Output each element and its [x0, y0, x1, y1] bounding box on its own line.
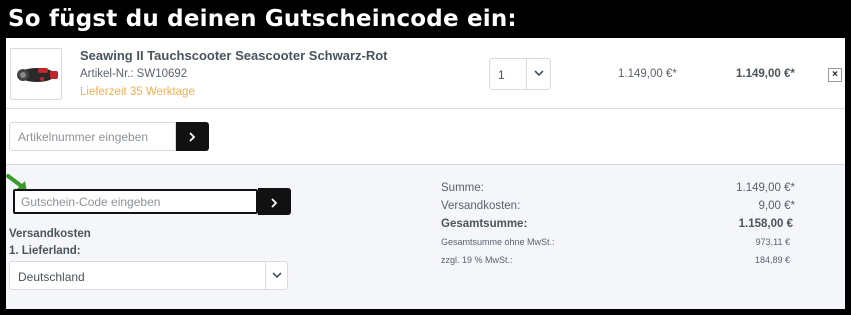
shipping-cost-value: 9,00 €*	[758, 200, 795, 212]
grand-total-label: Gesamtsumme:	[441, 218, 528, 230]
scooter-image-icon	[17, 68, 58, 82]
arrow-right-icon	[189, 132, 196, 142]
cart-item-row: Seawing II Tauchscooter Seascooter Schwa…	[6, 38, 845, 109]
voucher-code-input[interactable]	[13, 189, 258, 214]
product-thumbnail[interactable]	[10, 48, 62, 100]
delivery-time: Lieferzeit 35 Werktage	[80, 86, 195, 98]
item-total-price: 1.149,00 €*	[736, 68, 795, 80]
net-total-label: Gesamtsumme ohne MwSt.:	[441, 237, 555, 247]
unit-price: 1.149,00 €*	[618, 68, 677, 80]
country-value: Deutschland	[18, 270, 85, 284]
tax-value: 184,89 €	[754, 255, 790, 265]
close-icon: ×	[832, 69, 838, 80]
add-article-button[interactable]	[176, 122, 209, 151]
cart-footer: Versandkosten 1. Lieferland: Deutschland…	[6, 165, 845, 309]
remove-item-button[interactable]: ×	[828, 68, 842, 82]
instruction-banner: So fügst du deinen Gutscheincode ein:	[0, 0, 851, 38]
shipping-cost-label: Versandkosten:	[441, 200, 521, 212]
shipping-country-label: 1. Lieferland:	[9, 245, 81, 257]
net-total-value: 973,11 €	[755, 237, 790, 247]
product-name[interactable]: Seawing II Tauchscooter Seascooter Schwa…	[80, 48, 388, 63]
quantity-dropdown-button[interactable]	[526, 59, 550, 89]
subtotal-label: Summe:	[441, 182, 484, 194]
product-sku: Artikel-Nr.: SW10692	[80, 68, 187, 80]
sku-value: SW10692	[136, 68, 188, 80]
country-dropdown-button[interactable]	[265, 262, 287, 289]
tax-label: zzgl. 19 % MwSt.:	[441, 255, 513, 265]
article-number-input[interactable]	[9, 122, 176, 151]
cart-panel: Seawing II Tauchscooter Seascooter Schwa…	[6, 38, 845, 309]
chevron-down-icon	[534, 70, 544, 77]
arrow-right-icon	[271, 198, 278, 208]
article-number-row	[6, 109, 845, 165]
country-select[interactable]: Deutschland	[9, 261, 288, 290]
add-voucher-button[interactable]	[258, 188, 291, 215]
quantity-select[interactable]: 1	[489, 58, 551, 90]
grand-total-value: 1.158,00 €	[738, 218, 793, 230]
subtotal-value: 1.149,00 €*	[736, 182, 795, 194]
sku-label: Artikel-Nr.:	[80, 68, 134, 80]
quantity-value: 1	[498, 68, 505, 82]
chevron-down-icon	[272, 272, 282, 279]
shipping-title: Versandkosten	[9, 228, 91, 240]
